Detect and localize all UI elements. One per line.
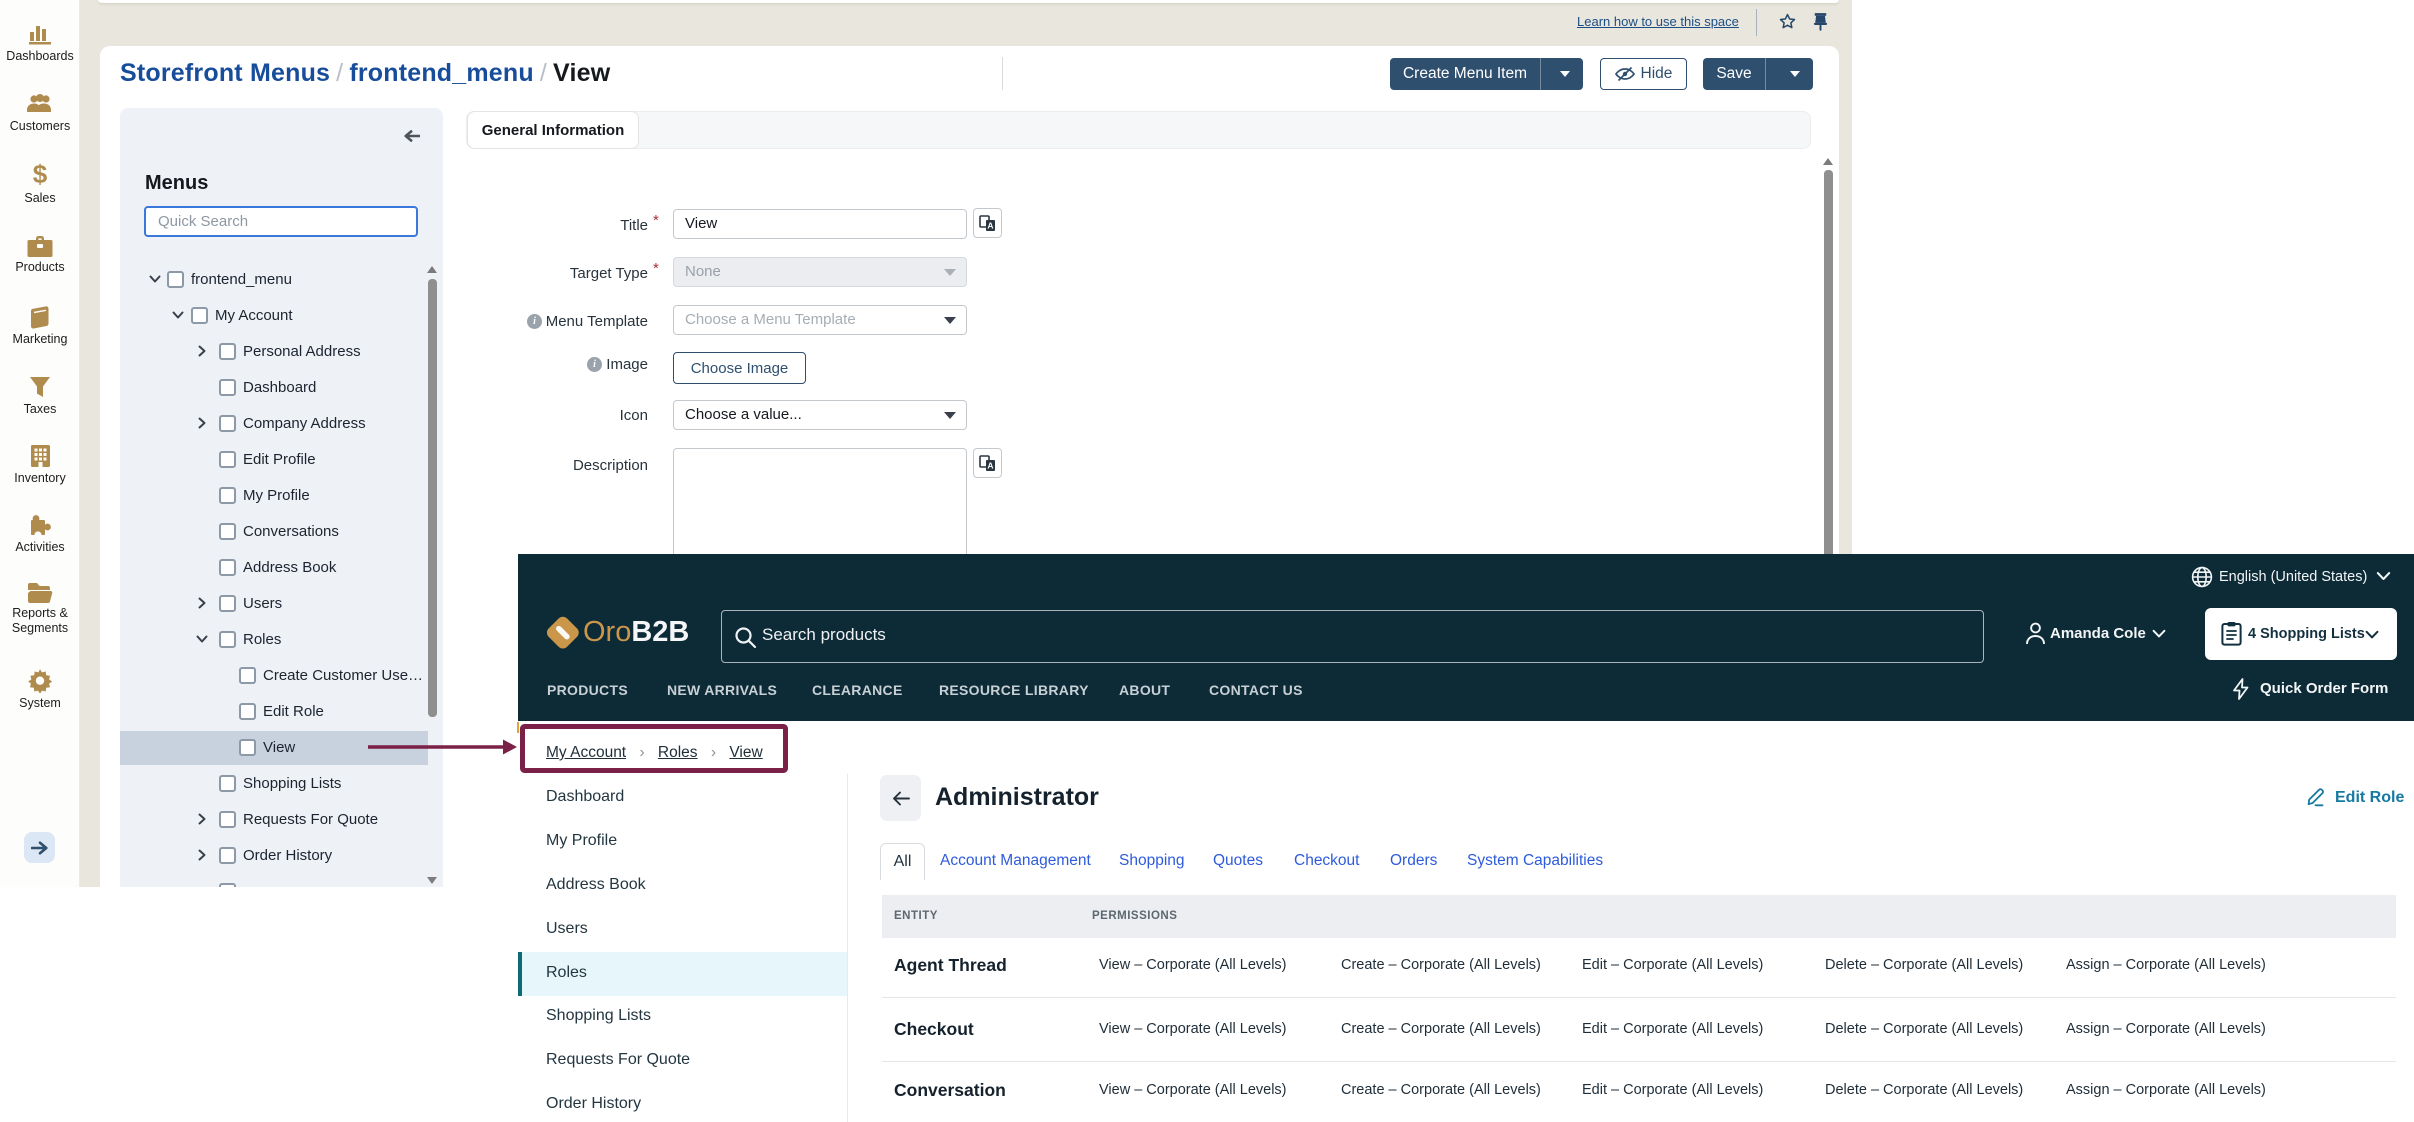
svg-text:A: A	[987, 460, 993, 470]
svg-text:A: A	[987, 220, 993, 230]
svg-text:$: $	[33, 162, 48, 188]
